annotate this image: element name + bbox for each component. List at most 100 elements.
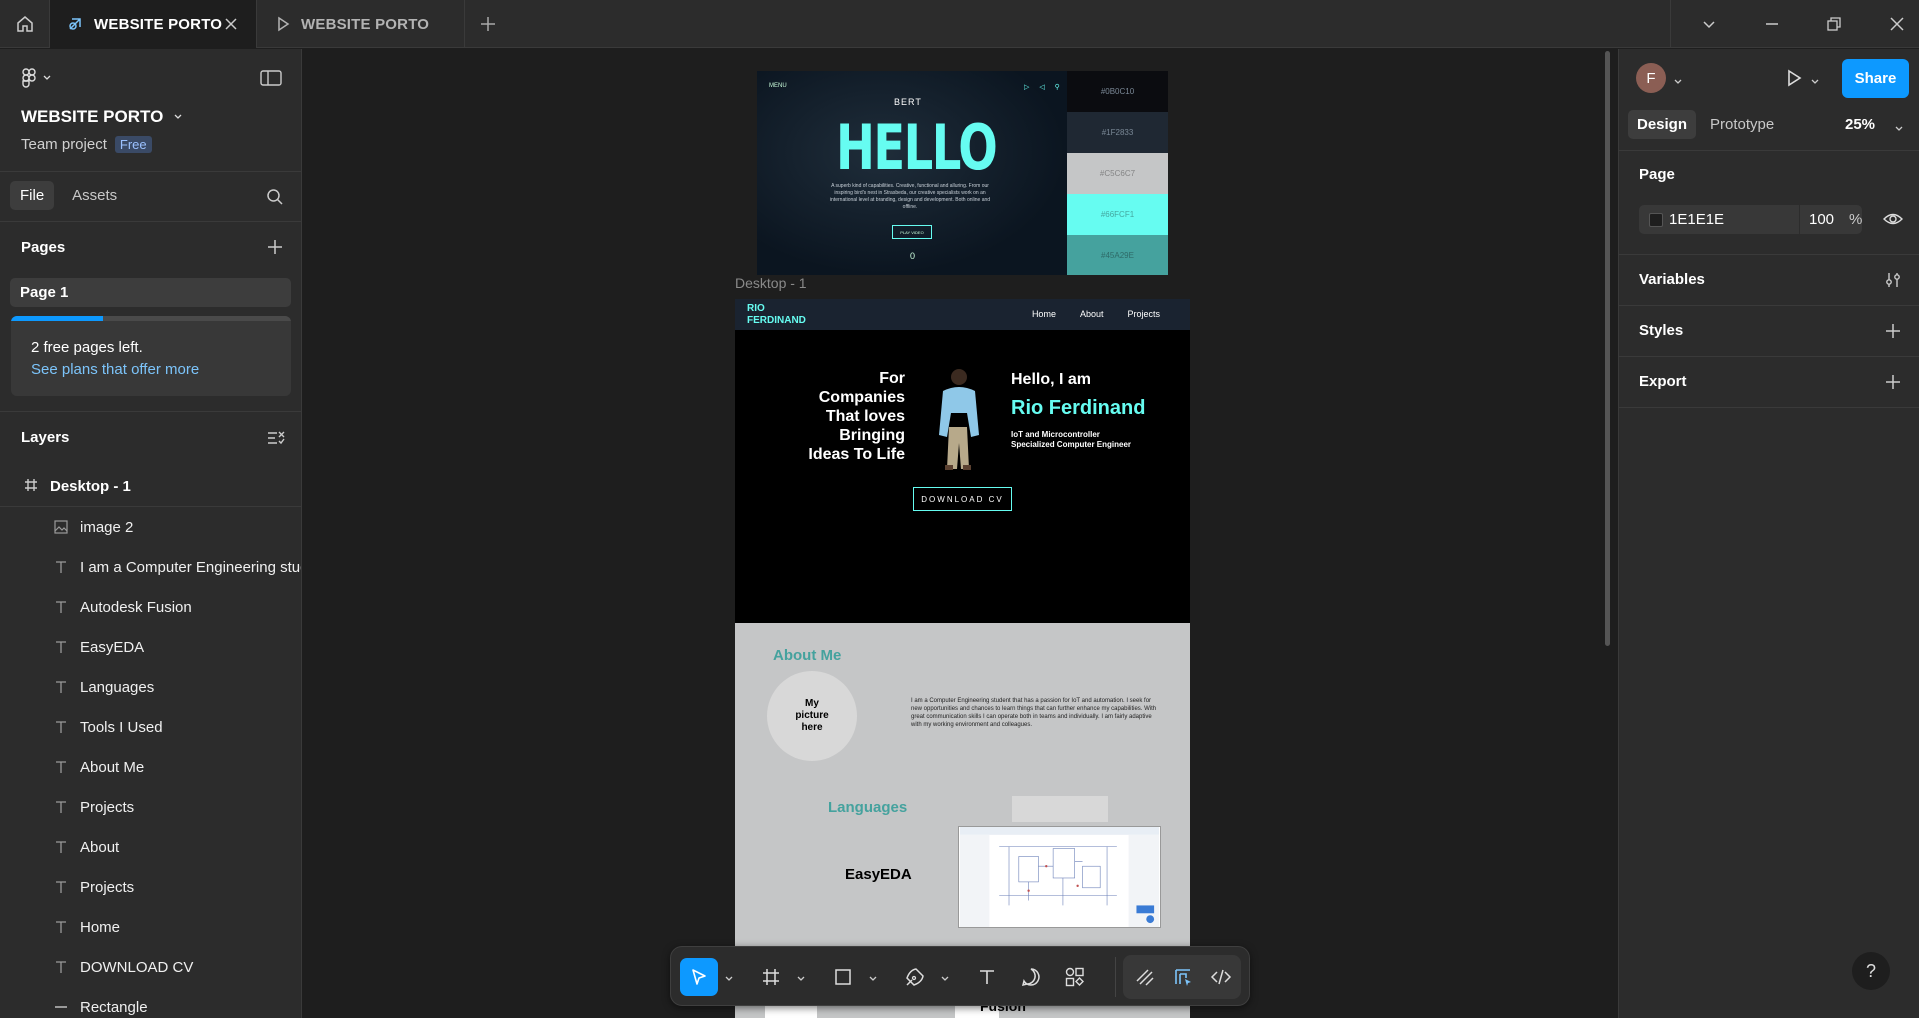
draw-mode-button[interactable] xyxy=(1126,958,1164,996)
color-swatch[interactable] xyxy=(1649,213,1663,227)
layer-item[interactable]: I am a Computer Engineering student that… xyxy=(0,547,301,587)
layer-item[interactable]: About Me xyxy=(0,747,301,787)
tagline: For Companies That loves Bringing Ideas … xyxy=(795,369,905,464)
desktop-frame[interactable]: RIO FERDINAND Home About Projects For Co… xyxy=(735,299,1190,1018)
present-play-icon[interactable] xyxy=(1784,68,1804,93)
add-style-plus-icon[interactable] xyxy=(1884,322,1902,345)
text-icon xyxy=(54,640,68,654)
tagline-line: Bringing xyxy=(839,427,905,444)
chevron-down-icon[interactable] xyxy=(1810,74,1820,92)
toggle-sidebar-icon[interactable] xyxy=(260,69,282,92)
picture-line: picture xyxy=(795,710,829,721)
text-icon xyxy=(54,920,68,934)
picture-line: My xyxy=(805,698,819,709)
avatar[interactable]: F xyxy=(1636,63,1666,93)
layer-name: DOWNLOAD CV xyxy=(80,958,194,976)
page-background-field[interactable]: 1E1E1E 100 % xyxy=(1639,205,1862,234)
reference-screenshot[interactable]: MENU BERT ▷ ◁ ⚲ in HELLO A superb kind o… xyxy=(757,71,1168,275)
tab-prototype[interactable]: Prototype xyxy=(1701,110,1783,139)
variables-settings-icon[interactable] xyxy=(1884,271,1902,294)
new-tab-plus-icon[interactable] xyxy=(478,14,498,39)
see-plans-link[interactable]: See plans that offer more xyxy=(31,361,199,378)
layer-item[interactable]: Tools I Used xyxy=(0,707,301,747)
add-page-plus-icon[interactable] xyxy=(266,238,284,261)
layer-item[interactable]: Projects xyxy=(0,787,301,827)
chevron-down-icon[interactable] xyxy=(940,971,950,989)
play-icon xyxy=(275,16,291,32)
shape-tool-button[interactable] xyxy=(824,958,862,996)
layer-item[interactable]: EasyEDA xyxy=(0,627,301,667)
about-bio: I am a Computer Engineering student that… xyxy=(911,698,1157,728)
text-icon xyxy=(54,680,68,694)
page-item-page-1[interactable]: Page 1 xyxy=(10,278,291,307)
canvas-scrollbar[interactable] xyxy=(1605,51,1610,646)
variables-title[interactable]: Variables xyxy=(1639,271,1705,288)
project-name[interactable]: WEBSITE PORTO xyxy=(21,107,183,127)
layer-item[interactable]: About xyxy=(0,827,301,867)
window-close-icon[interactable] xyxy=(1889,16,1905,37)
text-icon xyxy=(54,560,68,574)
frame-label[interactable]: Desktop - 1 xyxy=(735,275,807,291)
layers-filter-icon[interactable] xyxy=(267,430,285,451)
canvas[interactable]: MENU BERT ▷ ◁ ⚲ in HELLO A superb kind o… xyxy=(302,49,1618,1018)
chevron-down-icon[interactable] xyxy=(796,971,806,989)
home-icon xyxy=(16,16,33,32)
restore-icon[interactable] xyxy=(1826,16,1842,37)
frame-icon xyxy=(763,969,779,985)
tab-file[interactable]: File xyxy=(10,181,55,210)
dev-mode-button[interactable] xyxy=(1202,958,1240,996)
tab-design[interactable]: Design xyxy=(1628,110,1697,139)
color-swatch: #45A29E xyxy=(1067,235,1168,275)
tab-assets[interactable]: Assets xyxy=(62,181,127,210)
search-icon[interactable] xyxy=(266,188,284,211)
layers-title: Layers xyxy=(21,429,70,446)
picture-line: here xyxy=(801,722,823,733)
opacity-input[interactable]: 100 xyxy=(1809,211,1834,228)
text-icon xyxy=(54,600,68,614)
layer-item[interactable]: Autodesk Fusion xyxy=(0,587,301,627)
comment-tool-button[interactable] xyxy=(1012,958,1050,996)
left-panel: WEBSITE PORTO Team project Free File Ass… xyxy=(0,49,302,1018)
site-nav-links: Home About Projects xyxy=(1032,309,1160,319)
tab-file-active[interactable]: WEBSITE PORTO xyxy=(50,0,257,48)
tab-prototype[interactable]: WEBSITE PORTO xyxy=(257,0,465,48)
move-tool-button[interactable] xyxy=(680,958,718,996)
chevron-down-icon xyxy=(174,114,182,119)
main-menu-button[interactable] xyxy=(22,68,52,88)
design-mode-button[interactable] xyxy=(1164,958,1202,996)
layer-item[interactable]: DOWNLOAD CV xyxy=(0,947,301,987)
layers-list: image 2 I am a Computer Engineering stude… xyxy=(0,507,301,1018)
layer-item[interactable]: Projects xyxy=(0,867,301,907)
chevron-down-icon[interactable] xyxy=(724,971,734,989)
add-export-plus-icon[interactable] xyxy=(1884,373,1902,396)
site-brand: RIO FERDINAND xyxy=(747,303,806,327)
minimize-icon[interactable] xyxy=(1764,16,1780,37)
background-hex-input[interactable]: 1E1E1E xyxy=(1669,211,1724,228)
layer-frame-desktop-1[interactable]: Desktop - 1 xyxy=(0,467,301,507)
home-button[interactable] xyxy=(0,0,50,48)
pages-progress-fill xyxy=(11,316,104,321)
actions-button[interactable] xyxy=(1056,958,1094,996)
draw-icon xyxy=(1136,969,1154,986)
chevron-down-icon[interactable] xyxy=(868,971,878,989)
close-icon[interactable] xyxy=(224,17,238,35)
hero-role: IoT and Microcontroller Specialized Comp… xyxy=(1011,430,1131,450)
eye-icon[interactable] xyxy=(1883,211,1903,232)
chevron-down-icon[interactable] xyxy=(1894,121,1904,139)
layer-item[interactable]: Home xyxy=(0,907,301,947)
cursor-icon xyxy=(692,969,706,985)
chevron-down-icon[interactable] xyxy=(1673,74,1683,92)
layer-name: Rectangle xyxy=(80,998,148,1016)
layer-name: Autodesk Fusion xyxy=(80,598,192,616)
chevron-down-icon[interactable] xyxy=(1701,16,1717,37)
help-button[interactable]: ? xyxy=(1852,952,1890,990)
pen-tool-button[interactable] xyxy=(896,958,934,996)
frame-tool-button[interactable] xyxy=(752,958,790,996)
share-button[interactable]: Share xyxy=(1842,59,1909,98)
zoom-level[interactable]: 25% xyxy=(1845,116,1875,133)
layer-item[interactable]: Rectangle xyxy=(0,987,301,1018)
comment-icon xyxy=(1021,968,1040,987)
layer-item[interactable]: Languages xyxy=(0,667,301,707)
text-tool-button[interactable] xyxy=(968,958,1006,996)
layer-item[interactable]: image 2 xyxy=(0,507,301,547)
